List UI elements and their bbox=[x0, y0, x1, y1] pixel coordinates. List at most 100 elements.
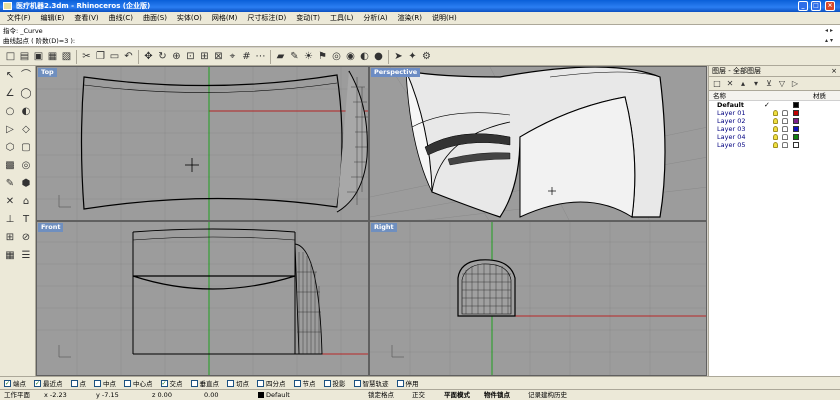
layer-visible-bulb-icon[interactable] bbox=[773, 134, 778, 140]
color-icon[interactable]: ◉ bbox=[344, 50, 357, 64]
left-tool-4-icon[interactable]: ○ bbox=[3, 105, 17, 119]
layer-unlock-icon[interactable] bbox=[782, 126, 788, 132]
set-cplane-icon[interactable]: ⌖ bbox=[226, 50, 239, 64]
zoom-window-icon[interactable]: ⊡ bbox=[184, 50, 197, 64]
viewport-top[interactable]: Top bbox=[36, 66, 369, 221]
layer-color-swatch[interactable] bbox=[793, 126, 799, 132]
grid-icon[interactable]: # bbox=[240, 50, 253, 64]
osnap-checkbox[interactable] bbox=[70, 379, 78, 387]
status-history[interactable]: 记录建构历史 bbox=[528, 390, 567, 400]
osnap-checkbox[interactable] bbox=[257, 379, 264, 387]
status-osnap[interactable]: 物件锁点 bbox=[484, 390, 510, 400]
render-icon[interactable]: ◎ bbox=[330, 50, 343, 64]
osnap-checkbox[interactable] bbox=[94, 379, 101, 387]
left-tool-17-icon[interactable]: T bbox=[19, 213, 33, 227]
osnap-option[interactable]: 切点 bbox=[227, 378, 249, 388]
menu-solid[interactable]: 实体(O) bbox=[172, 12, 207, 24]
left-tool-9-icon[interactable]: ▢ bbox=[19, 141, 33, 155]
layer-color-swatch[interactable] bbox=[793, 118, 799, 124]
layer-tool-4-icon[interactable]: ⊻ bbox=[764, 79, 774, 88]
layer-unlock-icon[interactable] bbox=[782, 142, 788, 148]
layer-row[interactable]: Layer 03 bbox=[709, 125, 840, 133]
copy-icon[interactable]: ❐ bbox=[94, 50, 107, 64]
left-tool-2-icon[interactable]: ∠ bbox=[3, 87, 17, 101]
osnap-checkbox[interactable] bbox=[293, 379, 301, 387]
menu-curve[interactable]: 曲线(C) bbox=[104, 12, 138, 24]
puzzle-icon[interactable]: ✦ bbox=[406, 50, 419, 64]
osnap-option[interactable]: 节点 bbox=[293, 378, 316, 388]
left-tool-14-icon[interactable]: ✕ bbox=[3, 195, 17, 209]
layers-close-icon[interactable]: × bbox=[831, 66, 837, 77]
viewport-label-front[interactable]: Front bbox=[38, 223, 64, 232]
maximize-button[interactable]: □ bbox=[811, 1, 821, 11]
left-tool-8-icon[interactable]: ⬡ bbox=[3, 141, 17, 155]
osnap-option[interactable]: 四分点 bbox=[257, 378, 286, 388]
viewport-perspective[interactable]: Perspective bbox=[369, 66, 707, 221]
menu-transform[interactable]: 变动(T) bbox=[291, 12, 325, 24]
status-cplane[interactable]: 工作平面 bbox=[4, 390, 30, 400]
layer-row[interactable]: Layer 04 bbox=[709, 133, 840, 141]
select-point-icon[interactable]: ⋯ bbox=[254, 50, 267, 64]
menu-view[interactable]: 查看(V) bbox=[69, 12, 103, 24]
undo-icon[interactable]: ↶ bbox=[122, 50, 135, 64]
left-tool-3-icon[interactable]: ◯ bbox=[19, 87, 33, 101]
layer-unlock-icon[interactable] bbox=[782, 110, 788, 116]
menu-help[interactable]: 说明(H) bbox=[427, 12, 462, 24]
layer-color-swatch[interactable] bbox=[793, 110, 799, 116]
layer-row[interactable]: Layer 01 bbox=[709, 109, 840, 117]
osnap-option[interactable]: 中点 bbox=[94, 378, 116, 388]
command-prompt[interactable]: 曲线起点 ( 阶数(D)=3 ): bbox=[3, 36, 75, 46]
command-scroll-vertical[interactable]: ▴ ▾ bbox=[820, 36, 838, 45]
arrow-icon[interactable]: ➤ bbox=[392, 50, 405, 64]
menu-dimension[interactable]: 尺寸标注(D) bbox=[242, 12, 291, 24]
left-tool-11-icon[interactable]: ◎ bbox=[19, 159, 33, 173]
left-tool-1-icon[interactable]: ⌒ bbox=[19, 69, 33, 83]
layer-visible-bulb-icon[interactable] bbox=[773, 110, 778, 116]
print-icon[interactable]: ▦ bbox=[46, 50, 59, 64]
rotate-view-icon[interactable]: ↻ bbox=[156, 50, 169, 64]
left-tool-13-icon[interactable]: ⬢ bbox=[19, 177, 33, 191]
left-tool-21-icon[interactable]: ☰ bbox=[19, 249, 33, 263]
osnap-option[interactable]: ✓ 端点 bbox=[4, 378, 26, 388]
layer-tool-5-icon[interactable]: ▽ bbox=[777, 79, 787, 88]
status-planar[interactable]: 平面模式 bbox=[444, 390, 470, 400]
properties-icon[interactable]: ✎ bbox=[288, 50, 301, 64]
osnap-option[interactable]: 停用 bbox=[396, 378, 419, 388]
cut-icon[interactable]: ✂ bbox=[80, 50, 93, 64]
left-tool-10-icon[interactable]: ▩ bbox=[3, 159, 17, 173]
layer-tool-1-icon[interactable]: ✕ bbox=[725, 79, 735, 88]
layers-col-name[interactable]: 名称 bbox=[709, 91, 813, 100]
menu-file[interactable]: 文件(F) bbox=[2, 12, 36, 24]
osnap-option[interactable]: 投影 bbox=[323, 378, 346, 388]
layer-tool-3-icon[interactable]: ▾ bbox=[751, 79, 761, 88]
viewport-label-perspective[interactable]: Perspective bbox=[371, 68, 421, 77]
layer-row[interactable]: Layer 05 bbox=[709, 141, 840, 149]
osnap-checkbox[interactable]: ✓ bbox=[34, 379, 41, 387]
layer-tool-2-icon[interactable]: ▴ bbox=[738, 79, 748, 88]
layer-visible-bulb-icon[interactable] bbox=[773, 126, 778, 132]
menu-render[interactable]: 渲染(R) bbox=[393, 12, 427, 24]
layer-unlock-icon[interactable] bbox=[782, 118, 788, 124]
viewport-right[interactable]: Right bbox=[369, 221, 707, 376]
lightbulb-icon[interactable]: ☀ bbox=[302, 50, 315, 64]
osnap-checkbox[interactable]: ✓ bbox=[160, 379, 168, 387]
material-icon[interactable]: ◐ bbox=[358, 50, 371, 64]
left-tool-15-icon[interactable]: ⌂ bbox=[19, 195, 33, 209]
menu-analyze[interactable]: 分析(A) bbox=[358, 12, 392, 24]
osnap-option[interactable]: 点 bbox=[70, 378, 86, 388]
zoom-extents-icon[interactable]: ⊞ bbox=[198, 50, 211, 64]
layer-row[interactable]: Default ✓ bbox=[709, 101, 840, 109]
osnap-checkbox[interactable] bbox=[353, 379, 361, 387]
open-icon[interactable]: ▤ bbox=[18, 50, 31, 64]
options-icon[interactable]: ⚙ bbox=[420, 50, 433, 64]
layer-color-swatch[interactable] bbox=[793, 102, 799, 108]
layer-icon[interactable]: ▰ bbox=[274, 50, 287, 64]
osnap-option[interactable]: ✓ 最近点 bbox=[34, 378, 63, 388]
status-grid-snap[interactable]: 锁定格点 bbox=[368, 390, 394, 400]
left-tool-7-icon[interactable]: ◇ bbox=[19, 123, 33, 137]
layer-unlock-icon[interactable] bbox=[782, 134, 788, 140]
pan-hand-icon[interactable]: ✥ bbox=[142, 50, 155, 64]
left-tool-5-icon[interactable]: ◐ bbox=[19, 105, 33, 119]
osnap-checkbox[interactable] bbox=[124, 379, 131, 387]
zoom-icon[interactable]: ⊕ bbox=[170, 50, 183, 64]
